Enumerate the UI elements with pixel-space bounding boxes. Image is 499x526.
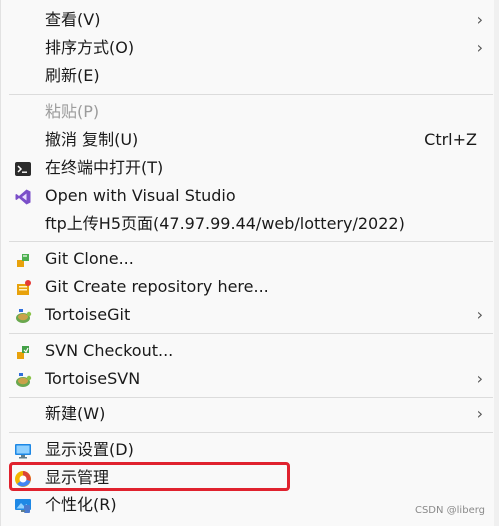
menu-item-label: TortoiseSVN [45,369,141,388]
menu-item-open-with-visual-studio[interactable]: Open with Visual Studio [1,183,493,210]
chevron-right-icon: › [476,38,483,57]
tortoisegit-icon [16,309,32,323]
menu-item-git-clone[interactable]: Git Clone... [1,246,493,273]
terminal-icon [15,162,31,176]
menu-item-ftp-upload-h5[interactable]: ftp上传H5页面(47.97.99.44/web/lottery/2022) [1,211,493,238]
menu-item-label: 刷新(E) [45,66,100,85]
menu-item-label: Git Create repository here... [45,277,269,296]
git-clone-icon [17,254,29,267]
menu-item-paste: 粘贴(P) [1,99,493,126]
menu-item-label: SVN Checkout... [45,341,174,360]
separator [9,94,493,95]
visual-studio-icon [15,189,31,205]
menu-item-label: 在终端中打开(T) [45,158,164,177]
menu-item-git-create-repository[interactable]: Git Create repository here... [1,274,493,301]
menu-item-label: ftp上传H5页面(47.97.99.44/web/lottery/2022) [45,214,405,233]
menu-item-label: 新建(W) [45,404,106,423]
chevron-right-icon: › [476,10,483,29]
chevron-right-icon: › [476,305,483,324]
separator [9,397,493,398]
menu-item-undo-copy[interactable]: 撤消 复制(U) Ctrl+Z [1,127,493,154]
tortoisesvn-icon [16,373,32,387]
menu-item-label: 显示管理 [45,468,110,487]
menu-item-new[interactable]: 新建(W) › [1,401,493,428]
menu-item-tortoisesvn[interactable]: TortoiseSVN › [1,366,493,393]
menu-item-display-manager[interactable]: 显示管理 [1,465,493,492]
menu-item-shortcut: Ctrl+Z [424,130,477,149]
watermark: CSDN @liberg [414,505,485,516]
display-settings-icon [15,444,31,459]
menu-item-label: 粘贴(P) [45,102,100,121]
menu-item-view[interactable]: 查看(V) › [1,7,493,34]
separator [9,432,493,433]
personalize-icon [15,499,31,513]
menu-item-label: 显示设置(D) [45,440,134,459]
menu-item-svn-checkout[interactable]: SVN Checkout... [1,338,493,365]
menu-item-label: 个性化(R) [45,495,117,514]
separator [9,241,493,242]
menu-item-sort-by[interactable]: 排序方式(O) › [1,35,493,62]
menu-item-label: 排序方式(O) [45,38,135,57]
scrollbar[interactable] [494,0,499,526]
chevron-right-icon: › [476,369,483,388]
menu-item-label: 撤消 复制(U) [45,130,139,149]
menu-item-display-settings[interactable]: 显示设置(D) [1,437,493,464]
menu-item-refresh[interactable]: 刷新(E) [1,63,493,90]
svn-checkout-icon [17,346,29,359]
menu-item-label: Git Clone... [45,249,134,268]
menu-item-label: Open with Visual Studio [45,186,236,205]
git-create-repo-icon [17,280,31,295]
menu-item-tortoisegit[interactable]: TortoiseGit › [1,302,493,329]
menu-item-label: 查看(V) [45,10,101,29]
menu-item-label: TortoiseGit [45,305,131,324]
menu-item-open-in-terminal[interactable]: 在终端中打开(T) [1,155,493,182]
display-manager-icon [15,471,31,487]
separator [9,333,493,334]
context-menu: 查看(V) › 排序方式(O) › 刷新(E) 粘贴(P) 撤消 复制(U) C… [0,0,499,526]
chevron-right-icon: › [476,404,483,423]
